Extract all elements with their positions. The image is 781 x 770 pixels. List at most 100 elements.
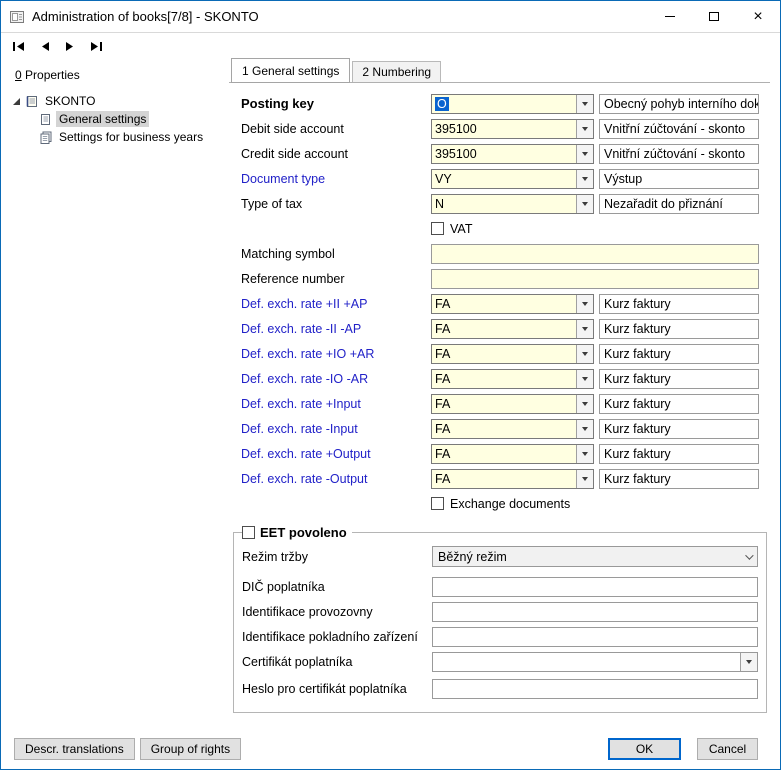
minimize-icon	[665, 16, 675, 17]
app-icon	[9, 9, 25, 25]
dropdown-button[interactable]	[576, 145, 593, 163]
footer-left-buttons: Descr. translations Group of rights	[14, 738, 241, 760]
certifikat-poplatnika-label: Certifikát poplatníka	[242, 655, 432, 669]
dropdown-button[interactable]	[576, 370, 593, 388]
rezim-trzby-select[interactable]: Běžný režim	[432, 546, 758, 567]
nav-first-button[interactable]	[13, 42, 25, 51]
group-of-rights-button[interactable]: Group of rights	[140, 738, 241, 760]
reference-number-label: Reference number	[241, 272, 431, 286]
pages-icon	[39, 131, 52, 144]
dropdown-button[interactable]	[576, 470, 593, 488]
tree-item-label[interactable]: Settings for business years	[56, 129, 206, 145]
descr-translations-button[interactable]: Descr. translations	[14, 738, 135, 760]
ok-button[interactable]: OK	[608, 738, 681, 760]
def-exch-rate-plus-ii-plus-ap-combo[interactable]: FA	[431, 294, 594, 314]
def-exch-rate-minus-ii-minus-ap-row: Def. exch. rate -II -APFAKurz faktury	[241, 318, 770, 339]
def-exch-rate-plus-input-label[interactable]: Def. exch. rate +Input	[241, 397, 431, 411]
def-exch-rate-minus-io-minus-ar-value: FA	[432, 370, 576, 388]
eet-povoleno-checkbox[interactable]	[242, 526, 255, 539]
def-exch-rate-plus-output-label[interactable]: Def. exch. rate +Output	[241, 447, 431, 461]
dropdown-button[interactable]	[576, 395, 593, 413]
def-exch-rate-plus-output-description: Kurz faktury	[599, 444, 759, 464]
dropdown-button[interactable]	[576, 195, 593, 213]
dropdown-button[interactable]	[576, 320, 593, 338]
dropdown-button[interactable]	[576, 120, 593, 138]
document-type-combo[interactable]: VY	[431, 169, 594, 189]
nav-next-button[interactable]	[65, 42, 75, 51]
tree-item-general-settings[interactable]: General settings	[1, 110, 229, 128]
identifikace-provozovny-label: Identifikace provozovny	[242, 605, 432, 619]
dropdown-button[interactable]	[576, 345, 593, 363]
debit-side-account-combo[interactable]: 395100	[431, 119, 594, 139]
dropdown-button[interactable]	[576, 295, 593, 313]
dic-poplatnika-input[interactable]	[432, 577, 758, 597]
minimize-button[interactable]	[648, 1, 692, 32]
def-exch-rate-plus-output-value: FA	[432, 445, 576, 463]
document-type-description: Výstup	[599, 169, 759, 189]
maximize-button[interactable]	[692, 1, 736, 32]
def-exch-rate-minus-output-value: FA	[432, 470, 576, 488]
heslo-pro-certifikat-poplatnika-row: Heslo pro certifikát poplatníka	[242, 678, 758, 699]
def-exch-rate-minus-output-combo[interactable]: FA	[431, 469, 594, 489]
def-exch-rate-plus-io-plus-ar-label[interactable]: Def. exch. rate +IO +AR	[241, 347, 431, 361]
identifikace-pokladniho-zarizeni-row: Identifikace pokladního zařízení	[242, 626, 758, 647]
tree-root-skonto[interactable]: SKONTO	[1, 92, 229, 110]
def-exch-rate-plus-io-plus-ar-combo[interactable]: FA	[431, 344, 594, 364]
matching-symbol-input[interactable]	[431, 244, 759, 264]
tree-expander-icon[interactable]	[11, 96, 21, 106]
def-exch-rate-minus-output-label[interactable]: Def. exch. rate -Output	[241, 472, 431, 486]
nav-previous-button[interactable]	[40, 42, 50, 51]
dropdown-button[interactable]	[740, 653, 757, 671]
def-exch-rate-minus-ii-minus-ap-label[interactable]: Def. exch. rate -II -AP	[241, 322, 431, 336]
identifikace-provozovny-input[interactable]	[432, 602, 758, 622]
vat-checkbox[interactable]	[431, 222, 444, 235]
def-exch-rate-minus-ii-minus-ap-combo[interactable]: FA	[431, 319, 594, 339]
def-exch-rate-minus-input-label[interactable]: Def. exch. rate -Input	[241, 422, 431, 436]
def-exch-rate-plus-input-combo[interactable]: FA	[431, 394, 594, 414]
credit-side-account-combo[interactable]: 395100	[431, 144, 594, 164]
def-exch-rate-minus-input-combo[interactable]: FA	[431, 419, 594, 439]
dropdown-button[interactable]	[576, 95, 593, 113]
tab-numbering[interactable]: 2 Numbering	[352, 61, 441, 82]
nav-last-button[interactable]	[90, 42, 102, 51]
type-of-tax-label: Type of tax	[241, 197, 431, 211]
dropdown-arrow-icon	[582, 327, 588, 331]
type-of-tax-combo[interactable]: N	[431, 194, 594, 214]
identifikace-pokladniho-zarizeni-input[interactable]	[432, 627, 758, 647]
dropdown-button[interactable]	[576, 445, 593, 463]
def-exch-rate-plus-input-row: Def. exch. rate +InputFAKurz faktury	[241, 393, 770, 414]
certifikat-poplatnika-value	[433, 653, 740, 671]
def-exch-rate-plus-io-plus-ar-value: FA	[432, 345, 576, 363]
def-exch-rate-plus-io-plus-ar-description: Kurz faktury	[599, 344, 759, 364]
properties-accelerator: 0	[15, 68, 22, 82]
dropdown-button[interactable]	[576, 170, 593, 188]
rezim-trzby-label: Režim tržby	[242, 550, 432, 564]
heslo-pro-certifikat-poplatnika-input[interactable]	[432, 679, 758, 699]
tree-item-label[interactable]: General settings	[56, 111, 149, 127]
posting-key-combo[interactable]: O	[431, 94, 594, 114]
dropdown-arrow-icon	[582, 427, 588, 431]
exchange-documents-checkbox[interactable]	[431, 497, 444, 510]
dropdown-button[interactable]	[576, 420, 593, 438]
def-exch-rate-minus-io-minus-ar-label[interactable]: Def. exch. rate -IO -AR	[241, 372, 431, 386]
document-type-label[interactable]: Document type	[241, 172, 431, 186]
cancel-button[interactable]: Cancel	[697, 738, 758, 760]
notebook-icon	[25, 95, 38, 108]
def-exch-rate-minus-io-minus-ar-combo[interactable]: FA	[431, 369, 594, 389]
tree-root-label[interactable]: SKONTO	[42, 93, 98, 109]
def-exch-rate-plus-ii-plus-ap-label[interactable]: Def. exch. rate +II +AP	[241, 297, 431, 311]
tree-item-settings-business-years[interactable]: Settings for business years	[1, 128, 229, 146]
maximize-icon	[709, 12, 719, 21]
def-exch-rate-plus-ii-plus-ap-value: FA	[432, 295, 576, 313]
def-exch-rate-plus-output-combo[interactable]: FA	[431, 444, 594, 464]
dropdown-arrow-icon	[746, 660, 752, 664]
tab-general-settings[interactable]: 1 General settings	[231, 58, 350, 83]
properties-header-label: Properties	[25, 68, 80, 82]
heslo-pro-certifikat-poplatnika-label: Heslo pro certifikát poplatníka	[242, 682, 432, 696]
reference-number-input[interactable]	[431, 269, 759, 289]
certifikat-poplatnika-combo[interactable]	[432, 652, 758, 672]
footer: Descr. translations Group of rights OK C…	[1, 729, 780, 769]
def-exch-rate-plus-output-row: Def. exch. rate +OutputFA Kurz faktury	[241, 443, 770, 464]
vat-label: VAT	[450, 222, 472, 236]
close-button[interactable]: ×	[736, 1, 780, 32]
